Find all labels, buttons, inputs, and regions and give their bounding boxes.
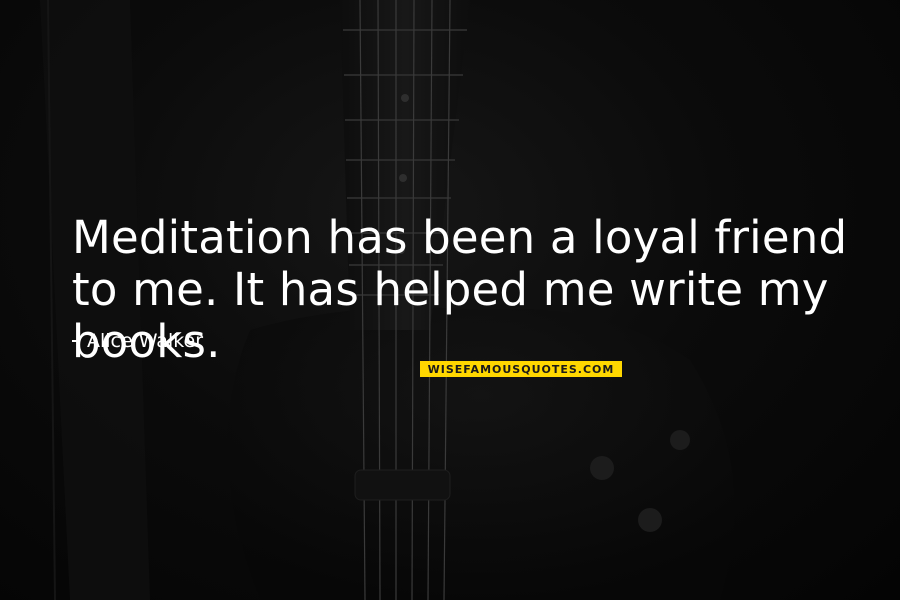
watermark-logo: WISEFAMOUSQUOTES.COM: [420, 361, 622, 377]
quote-image: Meditation has been a loyal friend to me…: [0, 0, 900, 600]
author-name: Alice Walker: [87, 330, 204, 352]
author-attribution: Alice Walker: [72, 327, 203, 355]
watermark-text: WISEFAMOUSQUOTES.COM: [427, 362, 615, 376]
dash-icon: [72, 340, 79, 342]
